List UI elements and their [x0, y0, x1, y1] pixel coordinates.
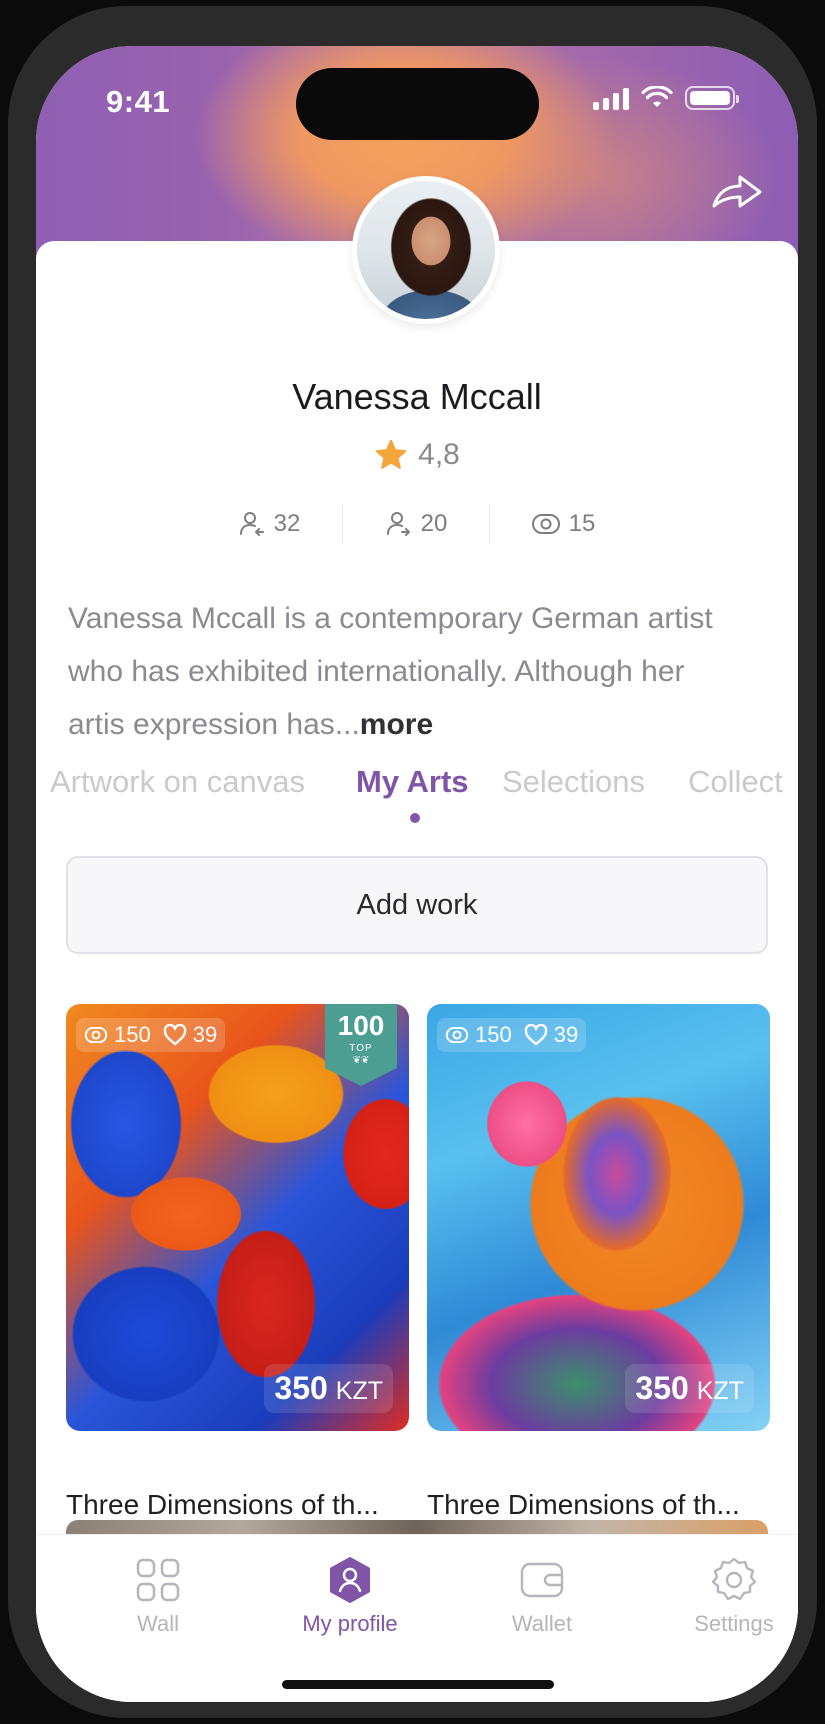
views-count: 15	[568, 510, 596, 537]
phone-body: 9:41 Vanessa Mccall 4,8 32 20 15 Vanessa…	[8, 6, 817, 1718]
price-value: 350	[274, 1370, 328, 1406]
profile-name: Vanessa Mccall	[292, 376, 542, 417]
app-screen: 9:41 Vanessa Mccall 4,8 32 20 15 Vanessa…	[36, 46, 798, 1702]
artwork-views-count: 150	[114, 1022, 151, 1047]
artwork-title[interactable]: Three Dimensions of th...	[66, 1489, 409, 1521]
following-count: 20	[420, 510, 448, 537]
nav-my-profile[interactable]: My profile	[280, 1555, 420, 1637]
device-frame: 9:41 Vanessa Mccall 4,8 32 20 15 Vanessa…	[0, 0, 825, 1724]
nav-wall-label: Wall	[137, 1611, 179, 1636]
add-work-button[interactable]: Add work	[66, 856, 768, 954]
wifi-icon	[641, 86, 673, 107]
tab-collections[interactable]: Collect	[688, 764, 783, 800]
share-arrow-icon	[712, 175, 762, 208]
cellular-signal-icon	[593, 86, 629, 110]
tab-my-arts[interactable]: My Arts	[356, 764, 469, 800]
price-currency: KZT	[335, 1377, 383, 1405]
following-icon	[386, 512, 410, 536]
wallet-icon	[472, 1555, 612, 1605]
status-indicators	[593, 86, 739, 110]
nav-settings[interactable]: Settings	[664, 1555, 798, 1637]
eye-icon	[84, 1026, 108, 1044]
tab-artwork-on-canvas[interactable]: Artwork on canvas	[50, 764, 305, 800]
artwork-likes: 39	[524, 1022, 578, 1048]
battery-icon	[685, 86, 739, 110]
artwork-views-count: 150	[475, 1022, 512, 1047]
bottom-nav: Wall My profile Wallet Settings	[36, 1534, 798, 1702]
price-currency: KZT	[696, 1377, 744, 1405]
nav-my-profile-label: My profile	[302, 1611, 398, 1636]
artwork-title[interactable]: Three Dimensions of th...	[427, 1489, 770, 1521]
artwork-stats: 150 39	[76, 1018, 226, 1052]
artwork-likes: 39	[163, 1022, 217, 1048]
laurel-icon: ❦❦	[352, 1055, 370, 1066]
profile-bio: Vanessa Mccall is a contemporary German …	[68, 592, 748, 751]
artwork-price: 350 KZT	[264, 1364, 393, 1413]
nav-wall[interactable]: Wall	[88, 1555, 228, 1637]
dynamic-island	[296, 68, 539, 140]
top-100-badge: 100 TOP ❦❦	[325, 1004, 397, 1086]
heart-icon	[163, 1024, 186, 1046]
avatar[interactable]	[352, 176, 500, 324]
artwork-views: 150	[84, 1022, 151, 1048]
followers-count: 32	[273, 510, 301, 537]
star-icon	[375, 439, 407, 469]
artwork-views: 150	[445, 1022, 512, 1048]
badge-number: 100	[337, 1010, 385, 1041]
active-tab-indicator	[410, 813, 420, 823]
artwork-card[interactable]: 150 39 350 KZT	[427, 1004, 770, 1431]
rating: 4,8	[36, 438, 798, 472]
views-stat[interactable]: 15	[490, 510, 636, 538]
nav-settings-label: Settings	[694, 1611, 774, 1636]
rating-value: 4,8	[418, 438, 460, 471]
grid-icon	[88, 1555, 228, 1605]
nav-wallet[interactable]: Wallet	[472, 1555, 612, 1637]
eye-icon	[445, 1026, 469, 1044]
artwork-price: 350 KZT	[625, 1364, 754, 1413]
nav-wallet-label: Wallet	[511, 1611, 573, 1636]
artwork-likes-count: 39	[192, 1022, 218, 1047]
home-indicator[interactable]	[282, 1680, 554, 1689]
price-value: 350	[635, 1370, 689, 1406]
artwork-likes-count: 39	[553, 1022, 579, 1047]
gear-icon	[664, 1555, 798, 1605]
tab-selections[interactable]: Selections	[502, 764, 645, 800]
followers-stat[interactable]: 32	[196, 510, 342, 538]
artwork-card[interactable]: 150 39 100 TOP ❦❦ 350 KZT	[66, 1004, 409, 1431]
followers-icon	[239, 512, 264, 536]
eye-icon	[531, 514, 560, 534]
artwork-stats: 150 39	[437, 1018, 587, 1052]
profile-icon	[280, 1555, 420, 1605]
heart-icon	[524, 1024, 547, 1046]
status-time: 9:41	[106, 84, 171, 119]
share-button[interactable]	[708, 168, 766, 216]
following-stat[interactable]: 20	[343, 510, 489, 538]
badge-label: TOP	[349, 1043, 373, 1054]
profile-stats: 32 20 15	[196, 501, 636, 547]
bio-more-link[interactable]: more	[360, 708, 433, 741]
